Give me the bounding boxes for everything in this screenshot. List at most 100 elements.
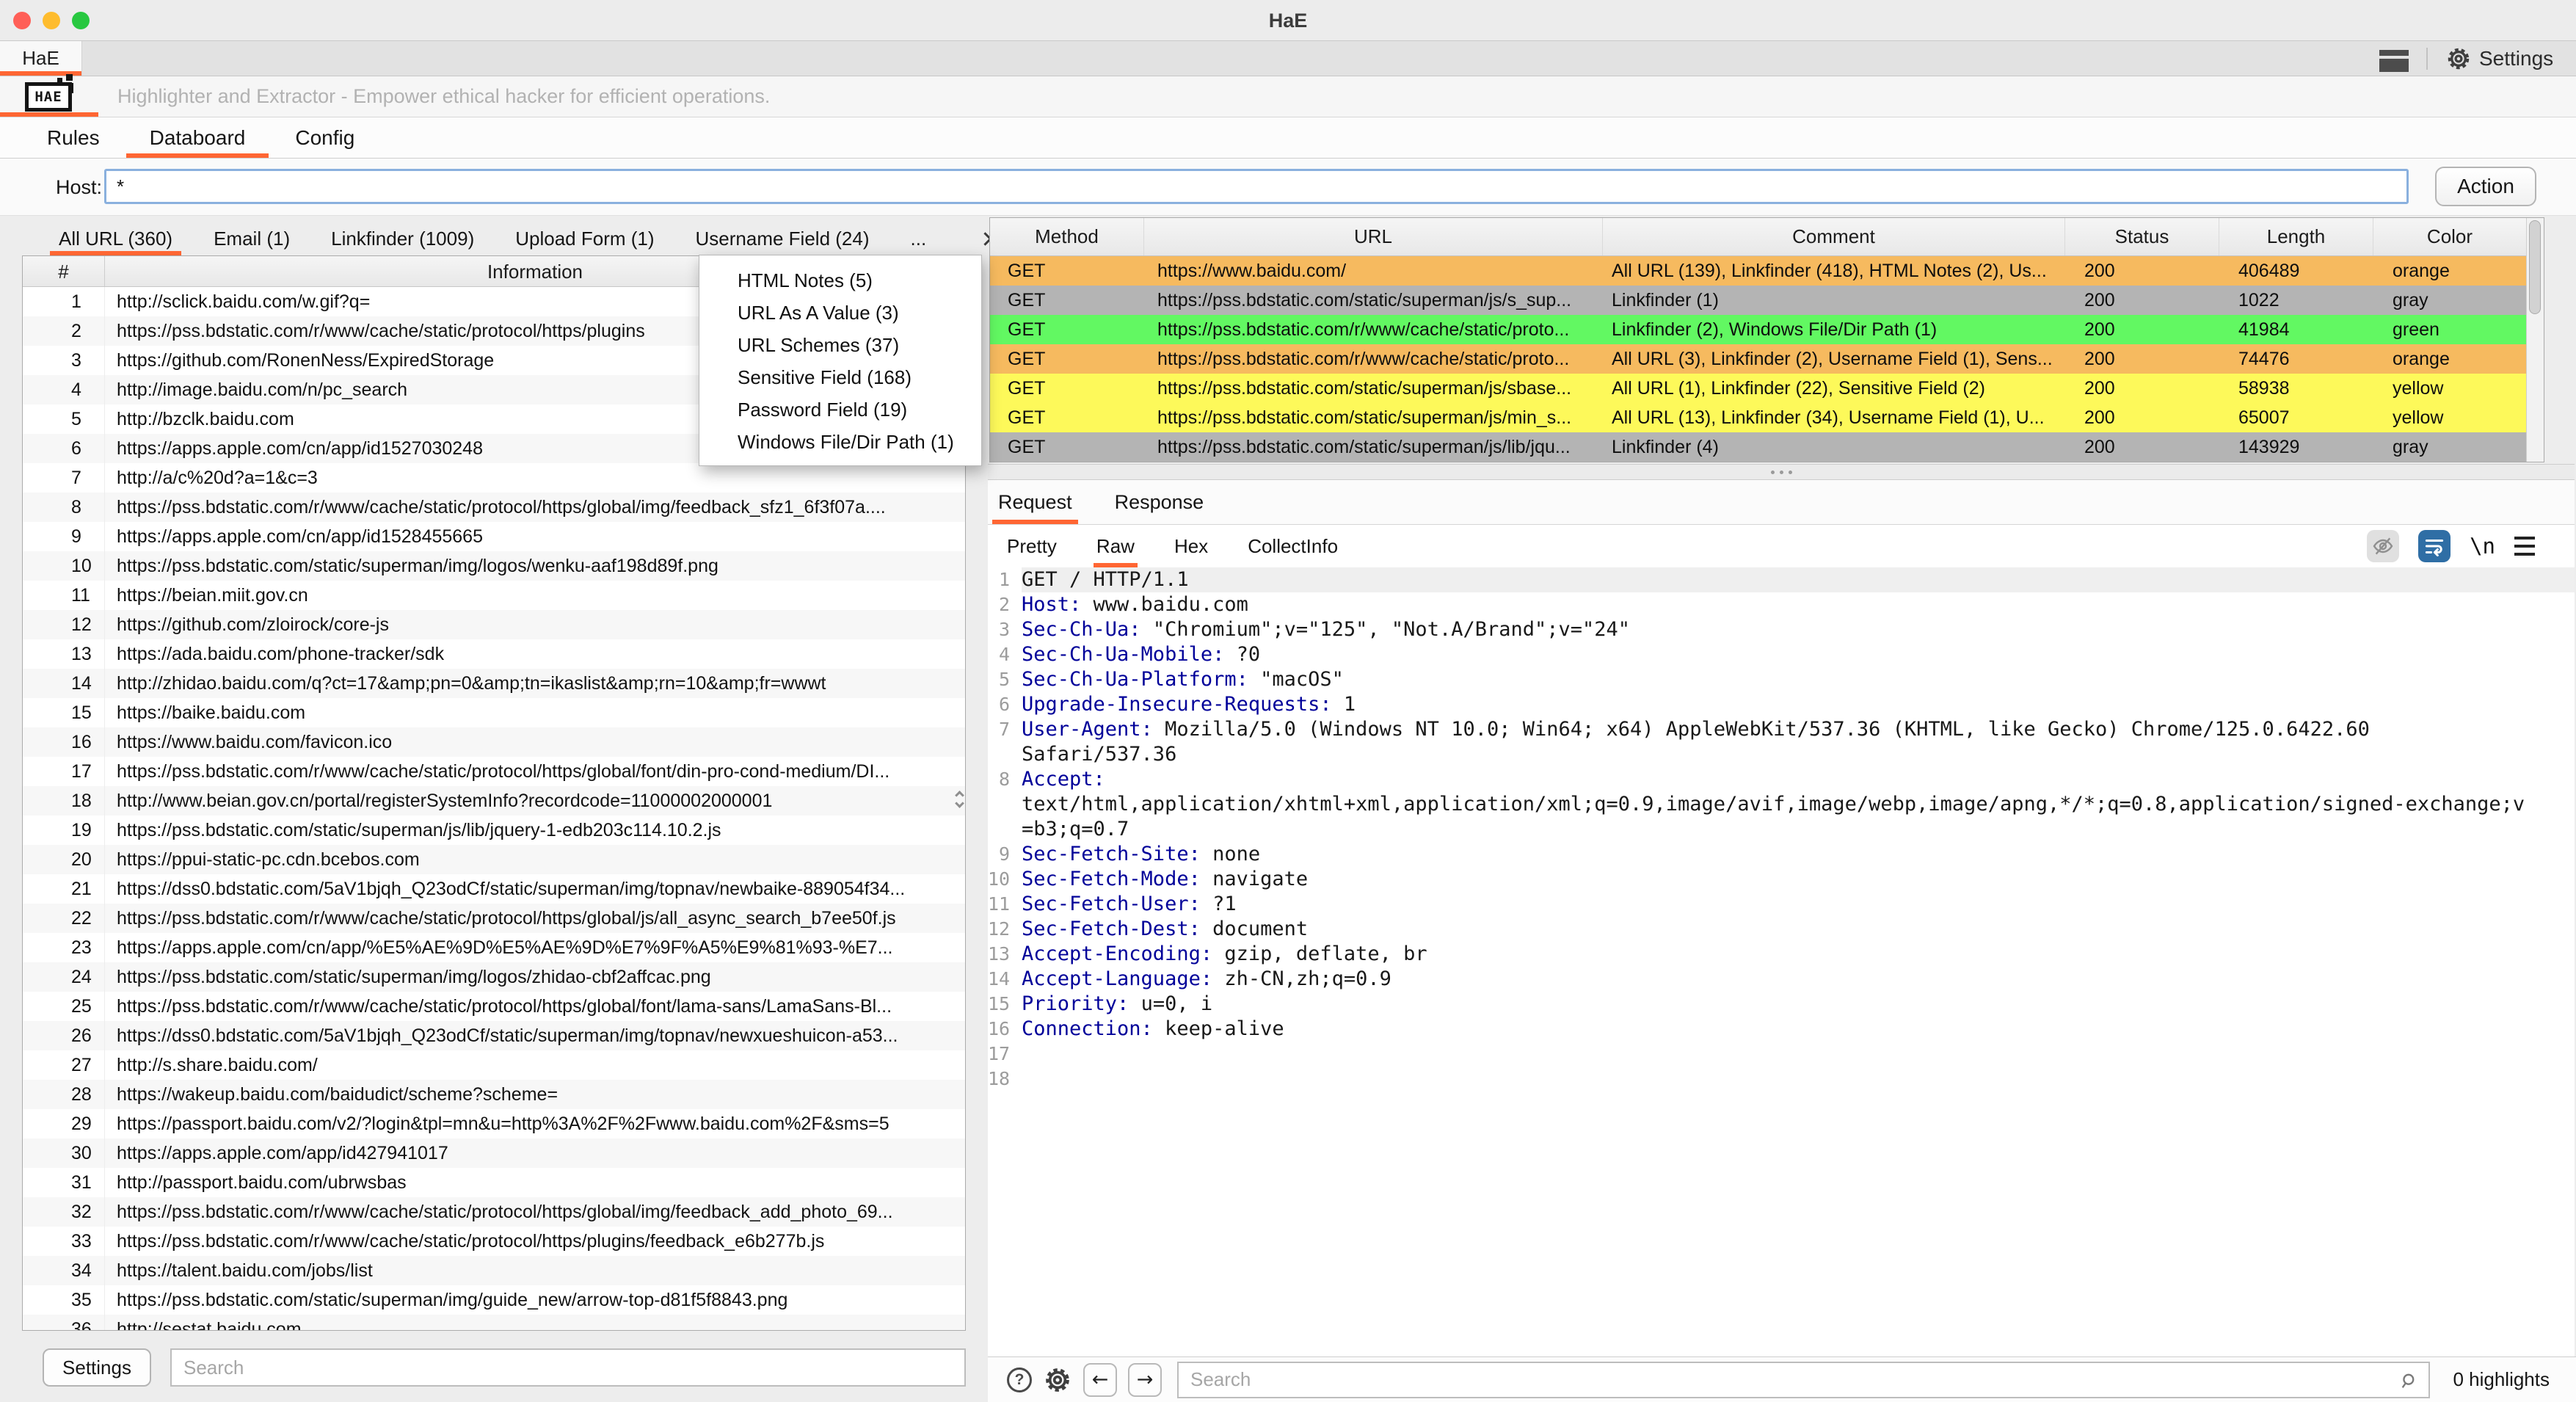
- menu-item-password-field-19-[interactable]: Password Field (19): [699, 393, 981, 426]
- header-name: Sec-Fetch-Mode:: [1022, 868, 1201, 890]
- table-row[interactable]: 13https://ada.baidu.com/phone-tracker/sd…: [23, 639, 965, 669]
- table-row[interactable]: 24https://pss.bdstatic.com/static/superm…: [23, 962, 965, 992]
- left-tab-username-field-24-[interactable]: Username Field (24): [696, 222, 870, 255]
- left-table-scrollbar[interactable]: [956, 792, 963, 807]
- column-header-method[interactable]: Method: [990, 218, 1144, 255]
- newline-toggle[interactable]: \n: [2470, 534, 2495, 559]
- tab-request[interactable]: Request: [998, 480, 1072, 524]
- tab-response[interactable]: Response: [1115, 480, 1204, 524]
- menu-item-sensitive-field-168-[interactable]: Sensitive Field (168): [699, 361, 981, 393]
- scrollbar-thumb[interactable]: [2529, 220, 2541, 314]
- table-row[interactable]: 32https://pss.bdstatic.com/r/www/cache/s…: [23, 1197, 965, 1227]
- row-index: 28: [23, 1080, 105, 1109]
- table-row[interactable]: GEThttps://pss.bdstatic.com/static/super…: [990, 432, 2544, 462]
- line-number: 17: [988, 1042, 1022, 1067]
- row-index: 15: [23, 698, 105, 727]
- table-row[interactable]: 20https://ppui-static-pc.cdn.bcebos.com: [23, 845, 965, 874]
- tab-databoard[interactable]: Databoard: [125, 117, 271, 158]
- table-row[interactable]: 26https://dss0.bdstatic.com/5aV1bjqh_Q23…: [23, 1021, 965, 1050]
- row-index: 35: [23, 1285, 105, 1315]
- table-row[interactable]: 11https://beian.miit.gov.cn: [23, 581, 965, 610]
- table-row[interactable]: 9https://apps.apple.com/cn/app/id1528455…: [23, 522, 965, 551]
- row-url: https://dss0.bdstatic.com/5aV1bjqh_Q23od…: [105, 1025, 965, 1047]
- table-row[interactable]: 22https://pss.bdstatic.com/r/www/cache/s…: [23, 904, 965, 933]
- hide-nonprintable-button[interactable]: [2367, 530, 2399, 562]
- tab-pretty[interactable]: Pretty: [1007, 525, 1057, 567]
- table-row[interactable]: 34https://talent.baidu.com/jobs/list: [23, 1256, 965, 1285]
- menu-item-windows-file-dir-path-1-[interactable]: Windows File/Dir Path (1): [699, 426, 981, 458]
- column-header-status[interactable]: Status: [2065, 218, 2219, 255]
- table-row[interactable]: GEThttps://pss.bdstatic.com/r/www/cache/…: [990, 344, 2544, 374]
- tab-rules[interactable]: Rules: [22, 117, 125, 158]
- cell-url: https://pss.bdstatic.com/static/superman…: [1144, 432, 1603, 462]
- divider: [2426, 48, 2428, 70]
- column-header-color[interactable]: Color: [2373, 218, 2526, 255]
- tab-config[interactable]: Config: [270, 117, 379, 158]
- next-match-button[interactable]: →: [1128, 1363, 1162, 1397]
- table-row[interactable]: 19https://pss.bdstatic.com/static/superm…: [23, 816, 965, 845]
- menu-item-url-as-a-value-3-[interactable]: URL As A Value (3): [699, 297, 981, 329]
- table-row[interactable]: 12https://github.com/zloirock/core-js: [23, 610, 965, 639]
- table-row[interactable]: 35https://pss.bdstatic.com/static/superm…: [23, 1285, 965, 1315]
- table-row[interactable]: 17https://pss.bdstatic.com/r/www/cache/s…: [23, 757, 965, 786]
- table-row[interactable]: 27http://s.share.baidu.com/: [23, 1050, 965, 1080]
- table-row[interactable]: 30https://apps.apple.com/app/id427941017: [23, 1138, 965, 1168]
- layout-panel-icon[interactable]: [2379, 50, 2409, 72]
- row-url: https://pss.bdstatic.com/r/www/cache/sta…: [105, 1231, 965, 1252]
- table-row[interactable]: 14http://zhidao.baidu.com/q?ct=17&amp;pn…: [23, 669, 965, 698]
- host-input[interactable]: [104, 169, 2409, 204]
- column-header-length[interactable]: Length: [2219, 218, 2373, 255]
- request-raw-view[interactable]: 1GET / HTTP/1.12Host: www.baidu.com3Sec-…: [988, 567, 2575, 1356]
- table-row[interactable]: 29https://passport.baidu.com/v2/?login&t…: [23, 1109, 965, 1138]
- header-value: Mozilla/5.0 (Windows NT 10.0; Win64; x64…: [1153, 718, 2370, 741]
- splitter-handle[interactable]: [988, 464, 2575, 480]
- table-row[interactable]: 7http://a/c%20d?a=1&c=3: [23, 463, 965, 493]
- table-row[interactable]: 31http://passport.baidu.com/ubrwsbas: [23, 1168, 965, 1197]
- left-settings-button[interactable]: Settings: [43, 1348, 151, 1387]
- word-wrap-button[interactable]: [2418, 530, 2451, 562]
- previous-match-button[interactable]: ←: [1083, 1363, 1117, 1397]
- editor-menu-button[interactable]: [2514, 537, 2535, 556]
- tab-raw[interactable]: Raw: [1096, 525, 1135, 567]
- line-number: 14: [988, 967, 1022, 992]
- left-tab-all-url-360-[interactable]: All URL (360): [59, 222, 172, 255]
- scroll-down-icon[interactable]: [955, 799, 964, 808]
- table-row[interactable]: 15https://baike.baidu.com: [23, 698, 965, 727]
- table-row[interactable]: 33https://pss.bdstatic.com/r/www/cache/s…: [23, 1227, 965, 1256]
- left-tab-email-1-[interactable]: Email (1): [214, 222, 290, 255]
- editor-search-input[interactable]: [1179, 1363, 2428, 1397]
- left-tab-upload-form-1-[interactable]: Upload Form (1): [515, 222, 654, 255]
- table-row[interactable]: 25https://pss.bdstatic.com/r/www/cache/s…: [23, 992, 965, 1021]
- left-tabs-overflow-label[interactable]: ...: [911, 222, 927, 255]
- table-row[interactable]: 18http://www.beian.gov.cn/portal/registe…: [23, 786, 965, 816]
- settings-button[interactable]: Settings: [2445, 45, 2553, 73]
- left-tab-linkfinder-1009-[interactable]: Linkfinder (1009): [331, 222, 474, 255]
- column-header-url[interactable]: URL: [1144, 218, 1603, 255]
- table-row[interactable]: 28https://wakeup.baidu.com/baidudict/sch…: [23, 1080, 965, 1109]
- tab-collectinfo[interactable]: CollectInfo: [1248, 525, 1338, 567]
- table-row[interactable]: GEThttps://pss.bdstatic.com/static/super…: [990, 286, 2544, 315]
- right-table-scrollbar[interactable]: [2526, 218, 2544, 462]
- table-row[interactable]: GEThttps://pss.bdstatic.com/r/www/cache/…: [990, 315, 2544, 344]
- table-row[interactable]: GEThttps://www.baidu.com/All URL (139), …: [990, 256, 2544, 286]
- menu-item-url-schemes-37-[interactable]: URL Schemes (37): [699, 329, 981, 361]
- help-icon[interactable]: ?: [1007, 1368, 1032, 1392]
- table-row[interactable]: 23https://apps.apple.com/cn/app/%E5%AE%9…: [23, 933, 965, 962]
- action-button[interactable]: Action: [2435, 167, 2536, 206]
- table-row[interactable]: GEThttps://pss.bdstatic.com/static/super…: [990, 374, 2544, 403]
- table-row[interactable]: 36http://sestat.baidu.com: [23, 1315, 965, 1331]
- cell-status: 200: [2065, 286, 2219, 315]
- table-row[interactable]: GEThttps://pss.bdstatic.com/static/super…: [990, 403, 2544, 432]
- table-row[interactable]: 8https://pss.bdstatic.com/r/www/cache/st…: [23, 493, 965, 522]
- column-header-index[interactable]: #: [23, 256, 105, 286]
- table-row[interactable]: 21https://dss0.bdstatic.com/5aV1bjqh_Q23…: [23, 874, 965, 904]
- tab-hex[interactable]: Hex: [1174, 525, 1208, 567]
- left-search-input[interactable]: [170, 1348, 966, 1387]
- search-settings-gear-icon[interactable]: [1043, 1365, 1072, 1395]
- menu-item-html-notes-5-[interactable]: HTML Notes (5): [699, 264, 981, 297]
- extension-tab-hae[interactable]: HaE: [0, 41, 82, 76]
- table-row[interactable]: 16https://www.baidu.com/favicon.ico: [23, 727, 965, 757]
- column-header-comment[interactable]: Comment: [1603, 218, 2065, 255]
- table-row[interactable]: 10https://pss.bdstatic.com/static/superm…: [23, 551, 965, 581]
- row-url: https://ada.baidu.com/phone-tracker/sdk: [105, 644, 965, 665]
